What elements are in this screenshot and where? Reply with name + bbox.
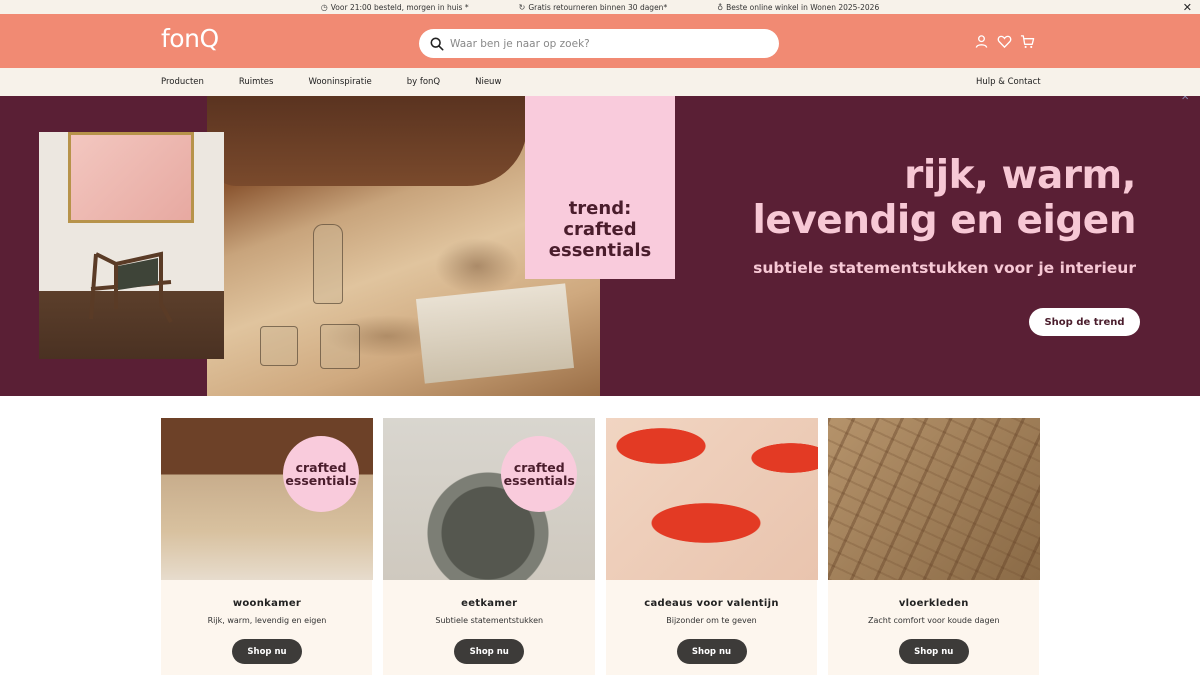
main-nav: Producten Ruimtes Wooninspiratie by fonQ…	[0, 68, 1200, 96]
cart-icon[interactable]	[1020, 34, 1035, 49]
nav-item-nieuw[interactable]: Nieuw	[475, 77, 501, 87]
usp-item-returns: ↻ Gratis retourneren binnen 30 dagen*	[519, 3, 668, 12]
card-subtitle: Subtiele statementstukken	[435, 616, 544, 625]
card-title: eetkamer	[461, 598, 518, 609]
shop-nu-button[interactable]: Shop nu	[232, 639, 302, 664]
shop-nu-button[interactable]: Shop nu	[898, 639, 969, 664]
card-valentijn[interactable]: cadeaus voor valentijn Bijzonder om te g…	[605, 418, 818, 675]
usp-bar: ◷ Voor 21:00 besteld, morgen in huis * ↻…	[0, 0, 1200, 14]
nav-item-by-fonq[interactable]: by fonQ	[407, 77, 440, 87]
hero-sofa-graphic	[207, 96, 527, 186]
usp-close-icon[interactable]: ✕	[1183, 0, 1192, 14]
hero-chair-graphic	[89, 251, 173, 323]
hero-trend-line: essentials	[548, 240, 652, 261]
fonq-logo[interactable]: fonQ	[161, 24, 219, 53]
hero-carafe-graphic	[313, 224, 343, 304]
usp-award-text: Beste online winkel in Wonen 2025-2026	[726, 2, 880, 12]
card-eetkamer[interactable]: crafted essentials eetkamer Subtiele stat…	[383, 418, 596, 675]
nav-item-wooninspiratie[interactable]: Wooninspiratie	[308, 77, 371, 87]
card-title: woonkamer	[232, 598, 302, 609]
card-image-woonkamer: crafted essentials	[161, 418, 373, 580]
shop-nu-button[interactable]: Shop nu	[454, 639, 525, 664]
hero-title-line: levendig en eigen	[752, 198, 1137, 243]
search-input[interactable]	[450, 37, 750, 50]
card-image-valentijn	[605, 418, 818, 580]
usp-delivery-text: Voor 21:00 besteld, morgen in huis *	[330, 2, 469, 12]
hero-trend-tile: trend: crafted essentials	[525, 96, 675, 279]
crafted-essentials-badge: crafted essentials	[501, 436, 578, 512]
hero-glass-graphic	[320, 324, 360, 369]
card-subtitle: Rijk, warm, levendig en eigen	[207, 616, 327, 625]
card-subtitle: Zacht comfort voor koude dagen	[867, 616, 1000, 625]
shop-trend-button[interactable]: Shop de trend	[1029, 308, 1140, 336]
card-title: vloerkleden	[898, 598, 969, 609]
card-subtitle: Bijzonder om te geven	[666, 616, 757, 625]
clock-icon: ◷	[320, 2, 328, 12]
nav-item-producten[interactable]: Producten	[161, 77, 204, 87]
hero-close-icon[interactable]: ✕	[1181, 96, 1189, 103]
hero-painting-graphic	[68, 132, 194, 223]
user-icon[interactable]	[974, 34, 989, 49]
hero-books-graphic	[415, 283, 575, 384]
hero-title-line: rijk, warm,	[904, 153, 1136, 198]
header-icons	[974, 34, 1035, 49]
hero-subtitle: subtiele statementstukken voor je interi…	[753, 259, 1136, 277]
heart-icon[interactable]	[997, 34, 1012, 49]
hero-title: rijk, warm, levendig en eigen	[752, 153, 1137, 243]
card-title: cadeaus voor valentijn	[644, 598, 779, 609]
badge-line: essentials	[285, 473, 357, 488]
shop-nu-button[interactable]: Shop nu	[676, 639, 747, 664]
hero-trend-text: trend: crafted essentials	[549, 198, 651, 261]
card-image-vloerkleden	[827, 418, 1040, 580]
hero-banner[interactable]: trend: crafted essentials rijk, warm, le…	[0, 96, 1200, 396]
hero-trend-line: trend:	[568, 198, 632, 219]
nav-item-help-contact[interactable]: Hulp & Contact	[976, 68, 1041, 96]
nav-item-ruimtes[interactable]: Ruimtes	[239, 77, 274, 87]
usp-returns-text: Gratis retourneren binnen 30 dagen*	[528, 2, 668, 12]
search-bar[interactable]	[419, 29, 779, 58]
card-image-eetkamer: crafted essentials	[383, 418, 596, 580]
search-icon	[430, 37, 444, 50]
category-cards: crafted essentials woonkamer Rijk, warm, …	[161, 418, 1040, 675]
usp-item-award: ♁ Beste online winkel in Wonen 2025-2026	[717, 3, 879, 12]
award-icon: ♁	[717, 2, 724, 12]
crafted-essentials-badge: crafted essentials	[283, 436, 359, 512]
hero-glass-graphic	[260, 326, 298, 366]
card-vloerkleden[interactable]: vloerkleden Zacht comfort voor koude dag…	[827, 418, 1040, 675]
badge-line: essentials	[503, 473, 575, 488]
return-icon: ↻	[518, 2, 526, 12]
usp-item-delivery: ◷ Voor 21:00 besteld, morgen in huis *	[321, 3, 469, 12]
hero-trend-line: crafted	[563, 219, 637, 240]
site-header: fonQ	[0, 14, 1200, 68]
card-woonkamer[interactable]: crafted essentials woonkamer Rijk, warm, …	[161, 418, 373, 675]
